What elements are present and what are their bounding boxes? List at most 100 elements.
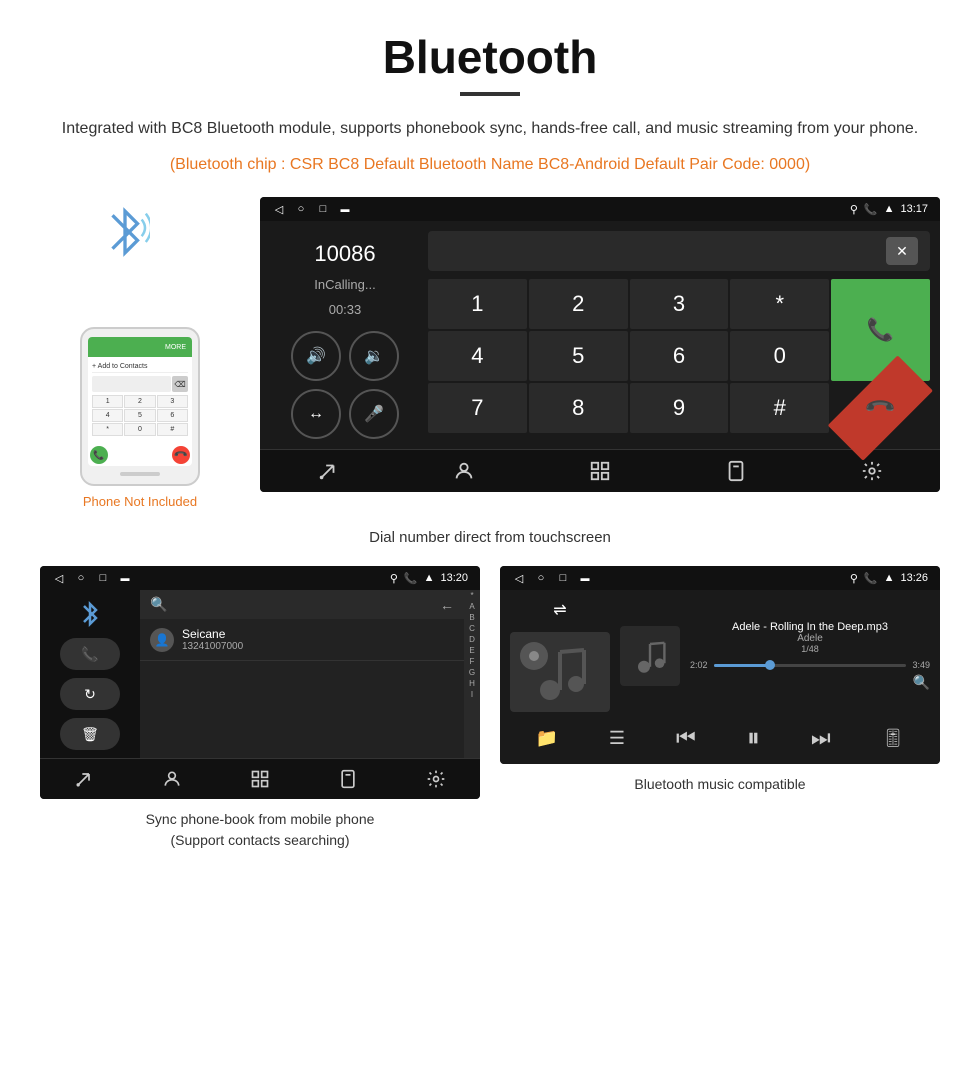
alpha-star[interactable]: * [464, 590, 480, 601]
phone-key-2[interactable]: 2 [124, 395, 155, 408]
music-notif-icon: ▬ [578, 571, 592, 585]
pb-nav-settings[interactable] [426, 769, 446, 789]
alpha-g[interactable]: G [464, 667, 480, 678]
pb-nav-grid[interactable] [250, 769, 270, 789]
pb-back-icon[interactable]: ◁ [52, 571, 66, 585]
key-2[interactable]: 2 [529, 279, 628, 329]
key-8[interactable]: 8 [529, 383, 628, 433]
volume-down-btn[interactable]: 🔉 [349, 331, 399, 381]
phone-key-3[interactable]: 3 [157, 395, 188, 408]
key-7[interactable]: 7 [428, 383, 527, 433]
nav-settings[interactable] [861, 460, 883, 482]
progress-bar[interactable] [714, 664, 907, 667]
dial-caption: Dial number direct from touchscreen [40, 529, 940, 546]
location-icon: ⚲ [850, 203, 858, 216]
alpha-d[interactable]: D [464, 634, 480, 645]
pb-phone-btn[interactable]: 📞 [60, 638, 120, 670]
prev-btn[interactable]: ⏮ [676, 725, 696, 751]
pb-nav-contacts[interactable] [162, 769, 182, 789]
pb-recent-icon[interactable]: □ [96, 571, 110, 585]
contact-info: Seicane 13241007000 [182, 627, 454, 652]
phone-key-7[interactable]: * [92, 423, 123, 436]
phone-end-btn[interactable]: 📞 [168, 442, 192, 466]
folder-btn[interactable]: 📁 [535, 728, 557, 749]
nav-grid[interactable] [589, 460, 611, 482]
disc-overlay [520, 642, 548, 670]
pb-nav-icons: ◁ ○ □ ▬ [52, 571, 132, 585]
play-pause-btn[interactable]: ⏸ [747, 722, 760, 754]
status-bar-music: ◁ ○ □ ▬ ⚲ 📞 ▲ 13:26 [500, 566, 940, 590]
alpha-h[interactable]: H [464, 678, 480, 689]
alpha-b[interactable]: B [464, 612, 480, 623]
alpha-a[interactable]: A [464, 601, 480, 612]
call-btn-row-1: 🔊 🔉 [291, 331, 399, 381]
pb-delete-btn[interactable]: 🗑 [60, 718, 120, 750]
phone-key-hash[interactable]: # [157, 423, 188, 436]
alpha-i[interactable]: I [464, 689, 480, 700]
song-artist: Adele [690, 633, 930, 644]
contact-search-bar[interactable]: 🔍 ← [140, 590, 464, 619]
music-location-icon: ⚲ [850, 572, 858, 585]
phone-key-1[interactable]: 1 [92, 395, 123, 408]
search-back-arrow[interactable]: ← [440, 597, 454, 613]
alpha-c[interactable]: C [464, 623, 480, 634]
phone-key-5[interactable]: 5 [124, 409, 155, 422]
key-6[interactable]: 6 [630, 331, 729, 381]
music-recent-icon[interactable]: □ [556, 571, 570, 585]
pb-nav-phone-out[interactable] [338, 769, 358, 789]
key-3[interactable]: 3 [630, 279, 729, 329]
key-4[interactable]: 4 [428, 331, 527, 381]
key-5[interactable]: 5 [529, 331, 628, 381]
eq-btn[interactable]: 🎚 [882, 728, 905, 749]
music-wifi-icon: ▲ [884, 572, 895, 584]
status-bar-dial: ◁ ○ □ ▬ ⚲ 📞 ▲ 13:17 [260, 197, 940, 221]
alpha-f[interactable]: F [464, 656, 480, 667]
key-star[interactable]: * [730, 279, 829, 329]
music-artwork-main [510, 632, 610, 712]
list-btn[interactable]: ☰ [609, 728, 625, 749]
nav-contacts[interactable] [453, 460, 475, 482]
status-bar-phonebook: ◁ ○ □ ▬ ⚲ 📞 ▲ 13:20 [40, 566, 480, 590]
phone-signal-icon: 📞 [864, 203, 878, 216]
pb-refresh-btn[interactable]: ↻ [60, 678, 120, 710]
next-btn[interactable]: ⏭ [811, 725, 831, 751]
pb-nav-call[interactable] [74, 769, 94, 789]
phone-key-6[interactable]: 6 [157, 409, 188, 422]
phone-call-btn[interactable]: 📞 [90, 446, 108, 464]
keypad-delete-btn[interactable]: ✕ [886, 237, 918, 265]
recent-nav-icon[interactable]: □ [316, 202, 330, 216]
key-hash[interactable]: # [730, 383, 829, 433]
phonebook-sidebar: 📞 ↻ 🗑 [40, 590, 140, 758]
key-9[interactable]: 9 [630, 383, 729, 433]
volume-up-btn[interactable]: 🔊 [291, 331, 341, 381]
shuffle-icon[interactable]: ⇌ [553, 600, 566, 620]
phone-key-4[interactable]: 4 [92, 409, 123, 422]
music-back-icon[interactable]: ◁ [512, 571, 526, 585]
music-caption: Bluetooth music compatible [634, 774, 805, 795]
nav-phone-out[interactable] [725, 460, 747, 482]
pb-bluetooth-btn[interactable] [78, 598, 102, 630]
back-nav-icon[interactable]: ◁ [272, 202, 286, 216]
key-0[interactable]: 0 [730, 331, 829, 381]
phone-key-0[interactable]: 0 [124, 423, 155, 436]
transfer-btn[interactable]: ↔ [291, 389, 341, 439]
nav-call-transfer[interactable] [317, 460, 339, 482]
keypad-display: ✕ [428, 231, 930, 271]
pb-home-icon[interactable]: ○ [74, 571, 88, 585]
music-left-col: ⇌ [510, 600, 610, 712]
orange-info: (Bluetooth chip : CSR BC8 Default Blueto… [40, 152, 940, 178]
music-home-icon[interactable]: ○ [534, 571, 548, 585]
call-info: 10086 InCalling... 00:33 🔊 🔉 ↔ 🎤 [270, 231, 420, 439]
bluetooth-icon [100, 197, 150, 267]
key-1[interactable]: 1 [428, 279, 527, 329]
mute-btn[interactable]: 🎤 [349, 389, 399, 439]
alpha-e[interactable]: E [464, 645, 480, 656]
contact-avatar: 👤 [150, 628, 174, 652]
phone-keypad: 1 2 3 4 5 6 * 0 # [92, 395, 188, 436]
home-nav-icon[interactable]: ○ [294, 202, 308, 216]
key-call-green[interactable]: 📞 [831, 279, 930, 381]
music-search-btn[interactable]: 🔍 [690, 674, 930, 691]
phone-mockup: MORE + Add to Contacts ⌫ 1 2 3 4 [80, 327, 200, 486]
contact-item[interactable]: 👤 Seicane 13241007000 [140, 619, 464, 661]
status-bar-nav-icons: ◁ ○ □ ▬ [272, 202, 352, 216]
